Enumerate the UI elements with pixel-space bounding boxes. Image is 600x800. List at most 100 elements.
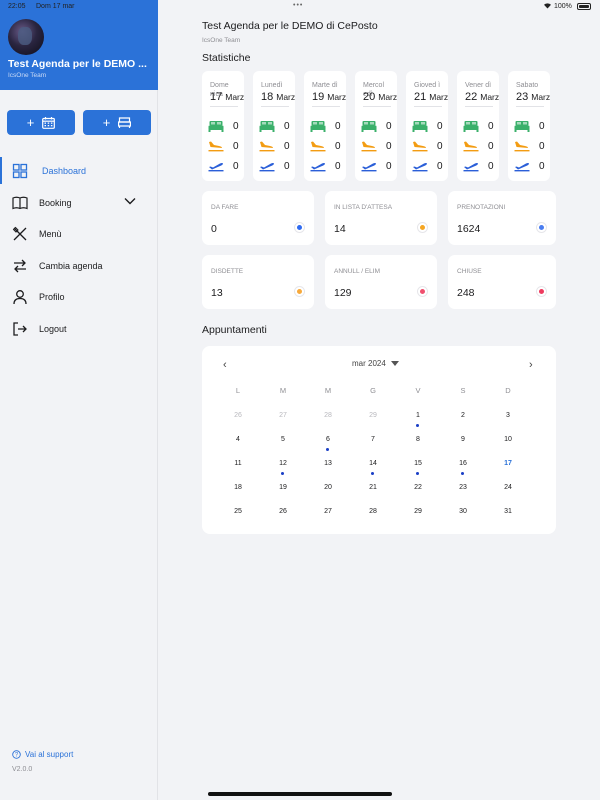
calendar-day[interactable]: 28 [313,412,343,430]
new-appointment-button[interactable]: + [7,110,75,135]
calendar-day[interactable]: 28 [358,508,388,526]
status-dot [418,287,427,296]
stat-card[interactable]: ANNULL / ELIM 129 [325,255,437,309]
calendar-day[interactable]: 10 [493,436,523,454]
calendar-day[interactable]: 6 [313,436,343,454]
day-card[interactable]: Dome nica17Marzo000 [202,71,244,181]
support-link[interactable]: ? Vai al support [12,750,73,759]
prev-month-button[interactable]: ‹ [223,359,227,371]
month-selector[interactable]: mar 2024 [352,359,399,368]
day-card[interactable]: Gioved ì 21Marzo 0 0 0 [406,71,448,181]
calendar-day[interactable]: 14 [358,460,388,478]
day-cards-strip[interactable]: Dome nica17Marzo000Lunedì18Marzo000Marte… [202,71,600,183]
calendar-day[interactable]: 27 [268,412,298,430]
calendar-day[interactable]: 22 [403,484,433,502]
weekday-label: M [324,386,332,395]
calendar-day-today[interactable]: 17 [493,460,523,478]
arrivals-count: 0 [386,141,392,152]
arrivals-count: 0 [233,141,239,152]
calendar-day[interactable]: 11 [223,460,253,478]
calendar-day[interactable]: 30 [448,508,478,526]
day-card[interactable]: Vener dì 22Marzo 0 0 0 [457,71,499,181]
home-indicator [208,792,392,796]
day-card[interactable]: Mercol edì20Marzo000 [355,71,397,181]
calendar-day-number: 28 [369,508,377,515]
calendar-day-number: 6 [326,436,330,443]
calendar-day-number: 22 [414,484,422,491]
calendar-day[interactable]: 3 [493,412,523,430]
sidebar-item-label: Profilo [39,292,65,303]
sidebar-item-logout[interactable]: Logout [0,313,158,345]
calendar-day[interactable]: 5 [268,436,298,454]
day-number: 20 [363,91,376,103]
calendar-day[interactable]: 31 [493,508,523,526]
day-card[interactable]: Sabato 23Marzo 0 0 0 [508,71,550,181]
occupied-count: 0 [335,121,341,132]
calendar-day[interactable]: 21 [358,484,388,502]
occupied-row: 0 [310,120,346,134]
divider [363,106,391,107]
calendar-day[interactable]: 7 [358,436,388,454]
calendar-day[interactable]: 20 [313,484,343,502]
stat-card[interactable]: DA FARE 0 [202,191,314,245]
stat-card[interactable]: CHIUSE 248 [448,255,556,309]
calendar-day-number: 31 [504,508,512,515]
calendar-day[interactable]: 4 [223,436,253,454]
new-booking-button[interactable]: + [83,110,151,135]
sidebar-item-menu[interactable]: Menù [0,218,158,250]
occupied-row: 0 [412,120,448,134]
appointments-heading: Appuntamenti [202,324,267,336]
calendar-day[interactable]: 16 [448,460,478,478]
calendar-day-number: 27 [324,508,332,515]
day-month: Marzo [327,92,346,102]
wifi-icon [543,2,552,11]
plane-departure-icon [259,163,275,172]
multitask-dots[interactable]: ••• [293,2,303,9]
sidebar-item-profile[interactable]: Profilo [0,281,158,313]
calendar-day[interactable]: 24 [493,484,523,502]
calendar-day[interactable]: 8 [403,436,433,454]
divider [516,106,544,107]
weekday-label: V [415,386,421,395]
day-card[interactable]: Marte dì 19Marzo 0 0 0 [304,71,346,181]
avatar[interactable] [8,19,44,55]
plane-arrival-icon [259,141,275,152]
sidebar-item-switch-agenda[interactable]: Cambia agenda [0,250,158,282]
event-dot [281,472,284,475]
calendar-day[interactable]: 9 [448,436,478,454]
calendar: ‹ mar 2024 › L M M G V S D 26 27 28 29 1 2 3 4 5 6 7 8 9 10 1… [202,346,556,534]
grid-icon [12,163,28,179]
plane-arrival-icon [208,141,224,152]
stat-card[interactable]: IN LISTA D'ATTESA 14 [325,191,437,245]
stat-label: DISDETTE [211,268,244,275]
day-name: Gioved ì [414,82,441,89]
calendar-day[interactable]: 19 [268,484,298,502]
stat-card[interactable]: DISDETTE 13 [202,255,314,309]
calendar-day[interactable]: 26 [268,508,298,526]
stat-card[interactable]: PRENOTAZIONI 1624 [448,191,556,245]
calendar-day[interactable]: 25 [223,508,253,526]
calendar-day[interactable]: 12 [268,460,298,478]
calendar-day[interactable]: 18 [223,484,253,502]
chevron-down-icon[interactable] [124,197,136,205]
stat-label: ANNULL / ELIM [334,268,380,275]
calendar-day[interactable]: 29 [358,412,388,430]
day-name: Vener dì [465,82,492,89]
occupied-row: 0 [208,120,244,134]
divider [210,106,238,107]
sidebar-item-dashboard[interactable]: Dashboard [0,155,158,187]
calendar-day[interactable]: 23 [448,484,478,502]
calendar-day[interactable]: 15 [403,460,433,478]
next-month-button[interactable]: › [529,359,533,371]
event-dot [326,448,329,451]
day-month: Marzo [480,92,499,102]
calendar-day[interactable]: 26 [223,412,253,430]
day-card[interactable]: Lunedì 18Marzo 0 0 0 [253,71,295,181]
calendar-day[interactable]: 1 [403,412,433,430]
calendar-day[interactable]: 13 [313,460,343,478]
calendar-day[interactable]: 2 [448,412,478,430]
calendar-day[interactable]: 27 [313,508,343,526]
calendar-day[interactable]: 29 [403,508,433,526]
occupied-count: 0 [539,121,545,132]
sidebar-item-booking[interactable]: Booking [0,187,158,219]
